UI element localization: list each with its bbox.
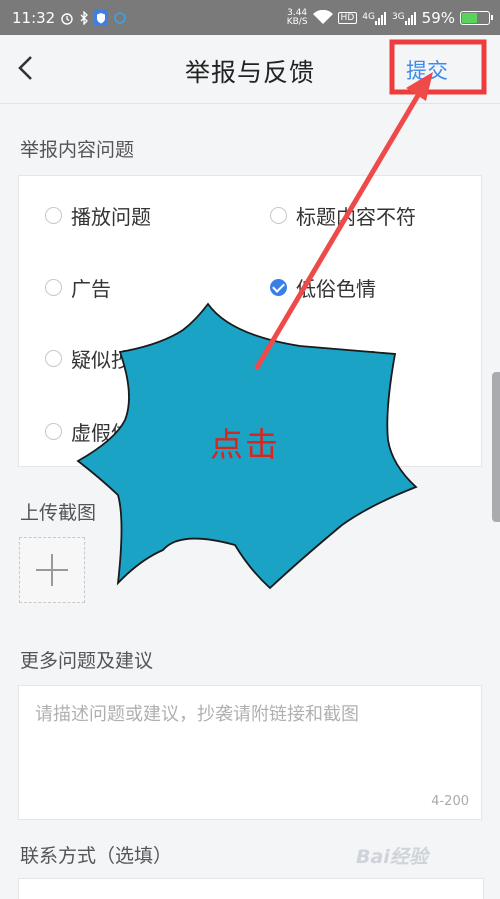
- signal-4g-icon: 4G: [362, 11, 387, 25]
- option-label: 过期旧闻: [296, 348, 376, 372]
- nav-bar: 举报与反馈 提交: [0, 35, 500, 104]
- contact-section-label: 联系方式（选填）: [20, 845, 173, 867]
- option-label: 播放问题: [71, 205, 151, 229]
- shield-icon: [94, 9, 109, 26]
- battery-fill: [462, 12, 478, 23]
- option-ads[interactable]: 广告: [45, 273, 111, 302]
- option-label: 低俗色情: [296, 277, 376, 301]
- radio-button[interactable]: [270, 207, 287, 224]
- wifi-icon: [312, 10, 333, 25]
- upload-section-label: 上传截图: [20, 502, 97, 524]
- app-notification-icon: [113, 11, 127, 25]
- option-title-mismatch[interactable]: 标题内容不符: [270, 201, 416, 230]
- network-2-label: 3G: [391, 12, 405, 22]
- char-counter: 4-200: [431, 794, 469, 809]
- bluetooth-icon: [79, 10, 89, 25]
- radio-button[interactable]: [45, 279, 62, 296]
- speed-unit: KB/S: [286, 16, 308, 27]
- hd-icon: HD: [337, 11, 358, 24]
- network-speed: 3.44 KB/S: [286, 8, 308, 27]
- option-label: 广告: [71, 277, 111, 301]
- option-label: 疑似抄袭: [71, 348, 151, 372]
- option-label: 标题内容不符: [296, 205, 416, 229]
- radio-button[interactable]: [45, 350, 62, 367]
- radio-button[interactable]: [45, 423, 62, 440]
- status-bar: 11:32 3.44 KB/S HD 4G 3G 59%: [0, 0, 500, 35]
- submit-button[interactable]: 提交: [406, 55, 448, 85]
- alarm-icon: [60, 11, 74, 25]
- option-old-news[interactable]: 过期旧闻: [270, 344, 376, 373]
- option-plagiarism[interactable]: 疑似抄袭: [45, 344, 151, 373]
- option-label: 虚假信息: [71, 421, 151, 445]
- signal-3g-icon: 3G: [392, 11, 417, 25]
- option-vulgar[interactable]: 低俗色情: [270, 273, 376, 302]
- callout-text: 点击: [210, 425, 280, 464]
- battery-percent: 59%: [421, 8, 455, 27]
- textarea-placeholder: 请描述问题或建议，抄袭请附链接和截图: [35, 704, 359, 725]
- battery-icon: [460, 10, 493, 25]
- report-section-label: 举报内容问题: [20, 139, 135, 161]
- radio-button-checked[interactable]: [270, 279, 287, 296]
- scroll-handle[interactable]: [492, 372, 500, 522]
- radio-button[interactable]: [270, 350, 287, 367]
- radio-button[interactable]: [45, 207, 62, 224]
- plus-icon: [36, 554, 68, 586]
- upload-screenshot-button[interactable]: [19, 537, 85, 603]
- option-fake-info[interactable]: 虚假信息: [45, 417, 151, 446]
- more-section-label: 更多问题及建议: [20, 650, 154, 672]
- suggestion-textarea[interactable]: 请描述问题或建议，抄袭请附链接和截图 4-200: [18, 685, 482, 820]
- network-1-label: 4G: [362, 12, 375, 22]
- status-time: 11:32: [12, 8, 56, 27]
- watermark: Bai经验: [356, 846, 428, 868]
- option-playback[interactable]: 播放问题: [45, 201, 151, 230]
